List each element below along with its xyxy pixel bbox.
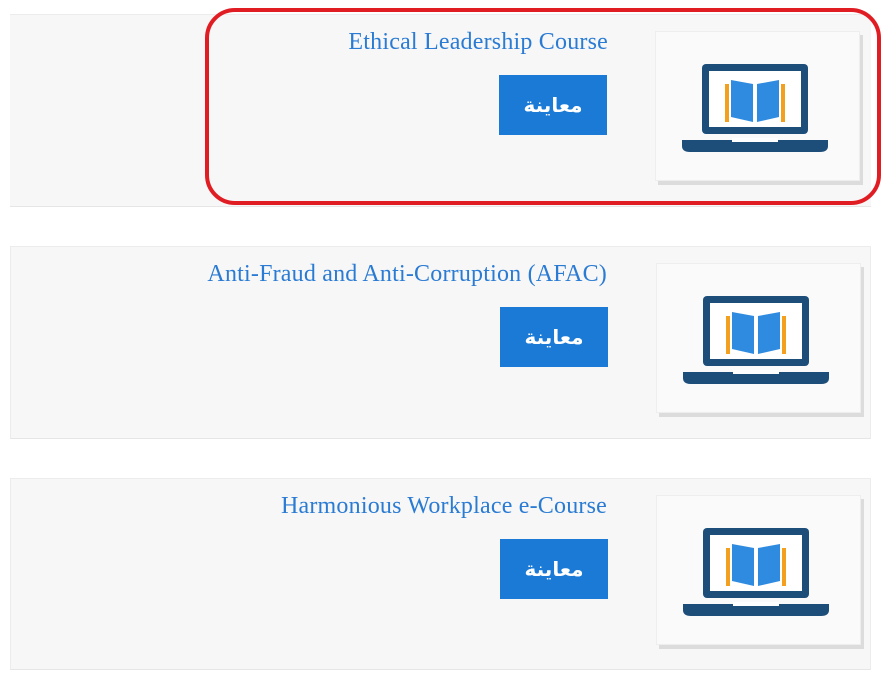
course-title[interactable]: Ethical Leadership Course xyxy=(348,29,608,56)
preview-button[interactable]: معاينة xyxy=(499,75,607,135)
course-thumbnail[interactable] xyxy=(655,31,860,181)
laptop-book-icon xyxy=(683,296,829,384)
course-thumbnail[interactable] xyxy=(656,263,861,413)
preview-button[interactable]: معاينة xyxy=(500,539,608,599)
course-thumbnail[interactable] xyxy=(656,495,861,645)
course-card-harmonious-workplace: Harmonious Workplace e-Course معاينة xyxy=(10,478,871,670)
laptop-book-icon xyxy=(683,528,829,616)
course-title[interactable]: Harmonious Workplace e-Course xyxy=(281,493,607,520)
course-card-ethical-leadership: Ethical Leadership Course معاينة xyxy=(10,14,871,207)
course-title[interactable]: Anti-Fraud and Anti-Corruption (AFAC) xyxy=(207,261,607,288)
laptop-book-icon xyxy=(682,64,828,152)
course-card-afac: Anti-Fraud and Anti-Corruption (AFAC) مع… xyxy=(10,246,871,439)
preview-button[interactable]: معاينة xyxy=(500,307,608,367)
